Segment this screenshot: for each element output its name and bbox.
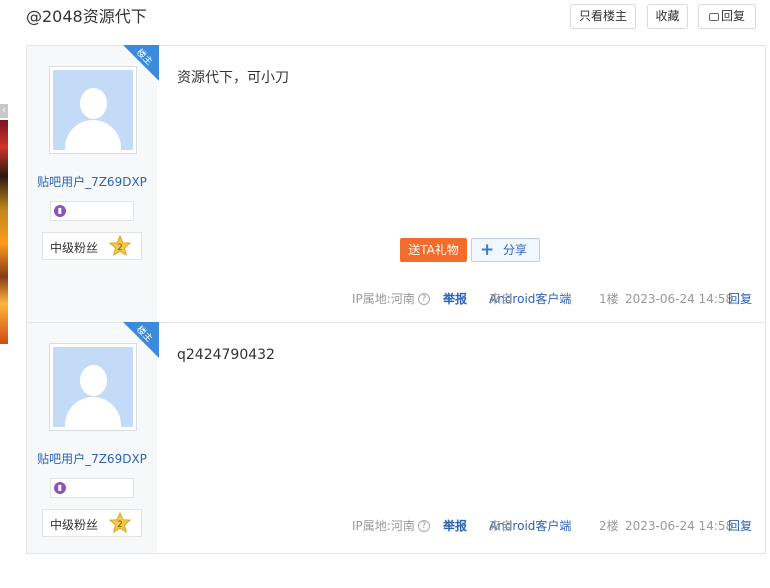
side-banner[interactable]: ‹ (0, 104, 8, 344)
username-link[interactable]: 贴吧用户_7Z69DXP (27, 450, 157, 467)
default-avatar-icon (53, 70, 133, 150)
post-time: 2023-06-24 14:58 (625, 292, 734, 306)
ip-location: IP属地:河南 (352, 519, 415, 533)
fan-level-number: 2 (117, 520, 123, 530)
floor-number: 1楼 (599, 292, 619, 306)
question-icon[interactable]: ? (418, 520, 430, 532)
reply-button[interactable]: 回复 (698, 4, 756, 29)
only-owner-button[interactable]: 只看楼主 (570, 4, 636, 29)
fan-level-number: 2 (117, 243, 123, 253)
post-reply-link[interactable]: 回复 (728, 517, 752, 535)
fan-level-box[interactable]: 中级粉丝 2 (42, 232, 142, 260)
share-button[interactable]: + 分享 (471, 238, 540, 262)
from-prefix: 来自 (489, 292, 514, 306)
reply-button-label: 回复 (720, 9, 745, 23)
send-gift-button[interactable]: 送TA礼物 (400, 238, 467, 262)
client-source: 来自 Android客户端 (489, 290, 571, 308)
default-avatar-icon (53, 347, 133, 427)
medal-icon: ▮ (54, 482, 66, 494)
medal-box[interactable]: ▮ (50, 478, 134, 498)
fan-level-title: 中级粉丝 (50, 518, 99, 532)
medal-box[interactable]: ▮ (50, 201, 134, 221)
post-floor-1: 楼主 贴吧用户_7Z69DXP ▮ 中级粉丝 2 资源代下，可小刀 送TA礼物 … (26, 45, 766, 323)
author-panel: 楼主 贴吧用户_7Z69DXP ▮ 中级粉丝 2 (27, 45, 159, 322)
post-content: q2424790432 (177, 347, 275, 363)
chevron-left-icon[interactable]: ‹ (0, 104, 8, 118)
level-star-icon: 2 (109, 235, 131, 257)
post-reply-link[interactable]: 回复 (728, 290, 752, 308)
avatar[interactable] (49, 343, 137, 431)
reply-bubble-icon (708, 13, 719, 21)
avatar[interactable] (49, 66, 137, 154)
report-label: 举报 (443, 292, 468, 306)
fan-level-box[interactable]: 中级粉丝 2 (42, 509, 142, 537)
banner-image[interactable] (0, 120, 8, 344)
question-icon[interactable]: ? (418, 293, 430, 305)
post-time: 2023-06-24 14:58 (625, 519, 734, 533)
from-prefix: 来自 (489, 519, 514, 533)
ip-location: IP属地:河南 (352, 292, 415, 306)
post-content: 资源代下，可小刀 (177, 70, 289, 86)
medal-icon: ▮ (54, 205, 66, 217)
favorite-button[interactable]: 收藏 (647, 4, 688, 29)
level-star-icon: 2 (109, 512, 131, 534)
thread-header: @2048资源代下 只看楼主 收藏 回复 (26, 0, 766, 46)
username-link[interactable]: 贴吧用户_7Z69DXP (27, 173, 157, 190)
floor-number: 2楼 (599, 519, 619, 533)
share-plus-icon: + (480, 240, 495, 260)
share-label: 分享 (503, 243, 528, 257)
post-floor-2: 楼主 贴吧用户_7Z69DXP ▮ 中级粉丝 2 q2424790432 IP属… (26, 322, 766, 554)
author-panel: 楼主 贴吧用户_7Z69DXP ▮ 中级粉丝 2 (27, 322, 159, 553)
thread-title: @2048资源代下 (26, 7, 147, 26)
report-label: 举报 (443, 519, 468, 533)
client-source: 来自 Android客户端 (489, 517, 571, 535)
fan-level-title: 中级粉丝 (50, 241, 99, 255)
